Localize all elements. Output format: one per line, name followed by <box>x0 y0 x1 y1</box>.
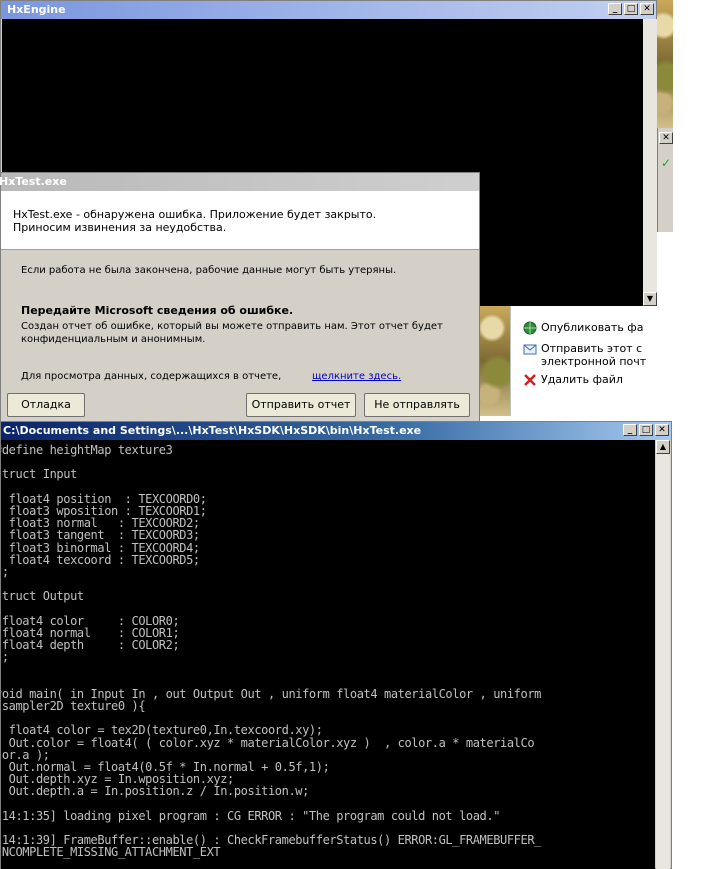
dialog-header: HxTest.exe - обнаружена ошибка. Приложен… <box>1 191 479 250</box>
task-publish[interactable]: Опубликовать фа <box>523 321 644 335</box>
task-label: электронной почт <box>541 355 647 368</box>
console-line: #define heightMap texture3 <box>1 443 173 457</box>
debug-button[interactable]: Отладка <box>7 393 85 417</box>
view-data-text: Для просмотра данных, содержащихся в отч… <box>21 371 282 382</box>
scroll-icon <box>659 308 671 320</box>
close-icon[interactable]: ✕ <box>659 132 673 144</box>
console-line: INCOMPLETE_MISSING_ATTACHMENT_EXT <box>1 845 221 860</box>
scroll-up-arrow-icon[interactable]: ▲ <box>656 440 670 454</box>
console-line: float3 binormal : TEXCOORD4; <box>1 540 201 555</box>
hxengine-titlebar: HxEngine _ □ ✕ <box>1 1 656 19</box>
delete-x-icon <box>523 373 537 387</box>
desktop-background-lower <box>480 306 510 416</box>
error-heading-line1: HxTest.exe - обнаружена ошибка. Приложен… <box>13 208 377 221</box>
maximize-button[interactable]: □ <box>639 424 653 436</box>
dont-send-button[interactable]: Не отправлять <box>364 393 470 417</box>
task-label: Опубликовать фа <box>541 321 644 334</box>
task-email-cont[interactable]: электронной почт <box>541 355 646 368</box>
console-line: struct Output <box>1 589 84 604</box>
console-line: }; <box>1 650 9 665</box>
task-email[interactable]: Отправить этот с <box>523 342 643 355</box>
check-icon: ✓ <box>661 156 672 170</box>
dialog-title: HxTest.exe <box>0 175 67 188</box>
console-line: float4 color = tex2D(texture0,In.texcoor… <box>1 723 323 738</box>
hx-scrollbar[interactable]: ▼ <box>643 19 657 306</box>
report-desc-line2: конфиденциальным и анонимным. <box>21 334 206 345</box>
maximize-button[interactable]: □ <box>624 3 638 15</box>
scroll-down-arrow-icon[interactable]: ▼ <box>643 292 657 306</box>
console-line: float4 texcoord : TEXCOORD5; <box>1 552 201 567</box>
task-label: Удалить файл <box>541 373 623 386</box>
minimize-button[interactable]: _ <box>608 3 622 15</box>
dialog-titlebar: HxTest.exe <box>0 173 479 191</box>
report-desc-line1: Создан отчет об ошибке, который вы может… <box>21 321 443 332</box>
minimize-button[interactable]: _ <box>623 424 637 436</box>
console-output[interactable]: #define heightMap texture3struct Input{ … <box>1 440 655 869</box>
send-report-button[interactable]: Отправить отчет <box>246 393 356 417</box>
console-scrollbar[interactable]: ▲ <box>656 440 670 869</box>
console-line: { <box>1 480 649 492</box>
console-line: float3 tangent : TEXCOORD3; <box>1 528 201 543</box>
view-data-link[interactable]: щелкните здесь. <box>312 371 401 382</box>
console-line: float4 depth : COLOR2; <box>1 638 180 652</box>
email-icon <box>523 342 537 356</box>
task-delete[interactable]: Удалить файл <box>524 373 623 386</box>
console-line: struct Input <box>1 467 77 482</box>
console-line: }; <box>1 564 9 579</box>
close-button[interactable]: ✕ <box>655 424 669 436</box>
console-text: #define heightMap texture3struct Input{ … <box>1 440 649 860</box>
error-heading-line2: Приносим извинения за неудобства. <box>13 221 227 234</box>
console-line: Out.depth.a = In.position.z / In.positio… <box>1 784 310 799</box>
error-dialog: HxTest.exe HxTest.exe - обнаружена ошибк… <box>0 172 480 423</box>
console-line: { <box>1 602 649 614</box>
report-title: Передайте Microsoft сведения об ошибке. <box>21 304 294 317</box>
console-line: Out.color = float4( ( color.xyz * materi… <box>1 735 535 750</box>
explorer-task-panel: Опубликовать фа Отправить этот с электро… <box>510 306 658 416</box>
data-loss-warning: Если работа не была закончена, рабочие д… <box>21 265 397 276</box>
desktop-background <box>657 0 673 128</box>
task-label: Отправить этот с <box>541 342 643 355</box>
console-line: [14:1:35] loading pixel program : CG ERR… <box>1 808 501 823</box>
background-window-edge: ✕ ✓ <box>657 128 673 232</box>
console-line: sampler2D texture0 ){ <box>1 698 146 713</box>
console-window: C:\Documents and Settings\...\HxTest\HxS… <box>0 421 672 869</box>
close-button[interactable]: ✕ <box>640 3 654 15</box>
console-line: float4 color : COLOR0; <box>1 613 180 628</box>
globe-icon <box>523 321 537 335</box>
console-titlebar: C:\Documents and Settings\...\HxTest\HxS… <box>1 422 671 440</box>
console-title: C:\Documents and Settings\...\HxTest\HxS… <box>3 424 422 437</box>
window-title: HxEngine <box>7 3 66 16</box>
console-line: } <box>1 797 649 809</box>
